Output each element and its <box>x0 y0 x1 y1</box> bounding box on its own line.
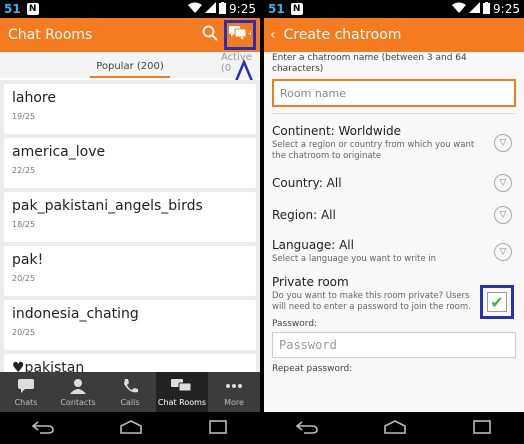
nav-label: Contacts <box>60 397 96 407</box>
continent-select[interactable]: Continent: Worldwide Select a region or … <box>272 124 516 162</box>
list-item[interactable]: indonesia_chating 20/25 <box>4 300 256 350</box>
nav-label: More <box>224 397 244 407</box>
search-icon[interactable] <box>202 25 218 45</box>
list-item[interactable]: pak! 20/25 <box>4 246 256 296</box>
room-name: lahore <box>12 90 56 106</box>
phone-icon <box>121 378 139 398</box>
list-item[interactable]: america_love 22/25 <box>4 138 256 188</box>
continent-sub: Select a region or country from which yo… <box>272 140 475 161</box>
nav-chat-rooms[interactable]: Chat Rooms <box>156 372 208 412</box>
language-select[interactable]: Language: All Select a language you want… <box>272 238 516 265</box>
continent-label: Continent: Worldwide <box>272 124 402 138</box>
battery-icon <box>219 1 227 17</box>
home-icon[interactable] <box>383 419 407 438</box>
chevron-down-icon[interactable]: ▽ <box>494 174 512 192</box>
recents-icon[interactable] <box>472 419 492 438</box>
recents-icon[interactable] <box>208 419 228 438</box>
status-bar: 51 N 9:25 <box>0 0 260 18</box>
repeat-password-label: Repeat password: <box>272 364 353 374</box>
private-checkbox-highlight: ✔ <box>480 285 514 319</box>
right-screen: 51 N 9:25 ‹ Create chatroom Enter a chat… <box>264 0 524 444</box>
room-capacity: 20/25 <box>12 328 36 337</box>
signal-icon <box>205 2 217 16</box>
system-navigation <box>264 412 524 444</box>
status-number: 51 <box>268 2 285 16</box>
person-icon <box>69 378 87 398</box>
more-dots-icon <box>225 378 243 398</box>
new-chatroom-icon: + <box>229 25 254 45</box>
create-chatroom-button[interactable]: + <box>224 20 256 50</box>
svg-text:+: + <box>247 29 251 38</box>
nav-calls[interactable]: Calls <box>104 372 156 412</box>
room-capacity: 18/25 <box>12 220 36 229</box>
chat-rooms-icon <box>171 378 193 398</box>
notification-icon: N <box>26 3 39 15</box>
tab-popular[interactable]: Popular (200) <box>90 61 170 78</box>
nav-label: Calls <box>120 397 140 407</box>
status-time: 9:25 <box>229 2 256 16</box>
nav-chats[interactable]: Chats <box>0 372 52 412</box>
notification-icon: N <box>290 3 303 15</box>
language-label: Language: All <box>272 238 354 252</box>
signal-icon <box>469 2 481 16</box>
country-label: Country: All <box>272 176 342 190</box>
chevron-down-icon[interactable]: ▽ <box>494 134 512 152</box>
room-name: pak! <box>12 252 44 268</box>
country-select[interactable]: Country: All ▽ <box>272 174 516 192</box>
region-select[interactable]: Region: All ▽ <box>272 206 516 224</box>
bottom-navigation: Chats Contacts Calls Chat Rooms More <box>0 372 260 412</box>
checkmark-icon: ✔ <box>490 292 504 312</box>
language-sub: Select a language you want to write in <box>272 254 437 264</box>
left-screen: 51 N 9:25 Chat Rooms + Popular (200) Act… <box>0 0 260 444</box>
region-label: Region: All <box>272 208 336 222</box>
divider <box>272 113 516 114</box>
private-room-option: Private room Do you want to make this ro… <box>272 275 516 319</box>
room-name: indonesia_chating <box>12 306 139 322</box>
wifi-icon <box>452 2 467 16</box>
room-tabs: Popular (200) Active (0 <box>0 52 260 78</box>
nav-label: Chats <box>14 397 38 407</box>
back-icon[interactable] <box>296 419 319 438</box>
nav-more[interactable]: More <box>208 372 260 412</box>
chat-bubble-icon <box>17 378 35 398</box>
page-title: Chat Rooms <box>8 27 93 43</box>
status-bar: 51 N 9:25 <box>264 0 524 18</box>
room-capacity: 19/25 <box>12 112 36 121</box>
list-item[interactable]: pak_pakistani_angels_birds 18/25 <box>4 192 256 242</box>
private-checkbox[interactable]: ✔ <box>487 292 507 312</box>
nav-contacts[interactable]: Contacts <box>52 372 104 412</box>
wifi-icon <box>188 2 203 16</box>
room-name-hint: Enter a chatroom name (between 3 and 64 … <box>272 53 467 74</box>
app-bar: ‹ Create chatroom <box>264 18 524 52</box>
room-name-input[interactable]: Room name <box>272 79 516 107</box>
private-sub: Do you want to make this room private? U… <box>272 291 471 312</box>
chevron-down-icon[interactable]: ▽ <box>494 242 512 261</box>
room-name: america_love <box>12 144 106 160</box>
nav-label: Chat Rooms <box>157 397 207 407</box>
password-label: Password: <box>272 319 318 329</box>
room-capacity: 20/25 <box>12 274 36 283</box>
back-icon[interactable] <box>32 419 55 438</box>
back-chevron-icon[interactable]: ‹ <box>270 27 276 43</box>
status-time: 9:25 <box>493 2 520 16</box>
password-input[interactable]: Password <box>272 332 516 358</box>
chevron-down-icon[interactable]: ▽ <box>494 206 512 224</box>
status-number: 51 <box>4 2 21 16</box>
battery-icon <box>483 1 491 17</box>
room-name: pak_pakistani_angels_birds <box>12 198 203 214</box>
list-item[interactable]: lahore 19/25 <box>4 84 256 134</box>
create-chatroom-form: Enter a chatroom name (between 3 and 64 … <box>264 52 524 412</box>
app-bar: Chat Rooms + <box>0 18 260 52</box>
chatroom-list: lahore 19/25 america_love 22/25 pak_paki… <box>0 80 260 390</box>
system-navigation <box>0 412 260 444</box>
home-icon[interactable] <box>119 419 143 438</box>
page-title: Create chatroom <box>283 27 402 43</box>
room-capacity: 22/25 <box>12 166 36 175</box>
private-label: Private room <box>272 275 349 289</box>
